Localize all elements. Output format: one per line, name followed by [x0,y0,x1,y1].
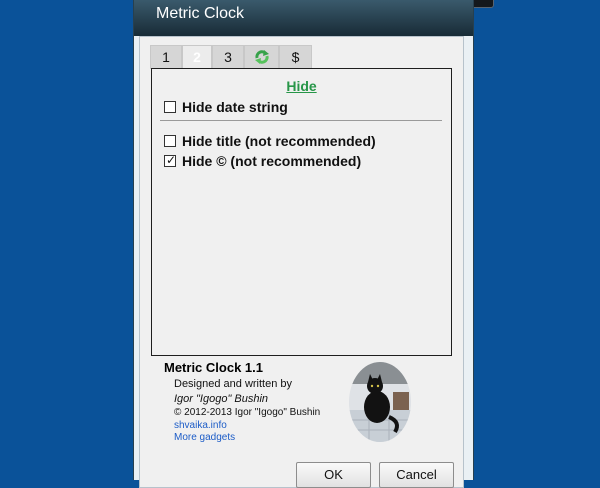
cancel-button[interactable]: Cancel [379,462,454,488]
checkbox[interactable] [164,135,176,147]
option-label: Hide © (not recommended) [182,153,362,169]
about-copyright: © 2012-2013 Igor "Igogo" Bushin [174,407,321,418]
option-label: Hide title (not recommended) [182,133,376,149]
checkbox[interactable]: ✓ [164,153,177,167]
tab-donate[interactable]: $ [279,45,312,69]
settings-panel: 1 2 3 $ Hide Hide date string Hide title… [139,36,464,488]
link-more-gadgets[interactable]: More gadgets [174,432,235,443]
about-title: Metric Clock 1.1 [164,360,263,375]
about-author: Igor "Igogo" Bushin [174,393,269,405]
settings-dialog: Metric Clock 1 2 3 $ Hide Hide date stri… [133,0,474,488]
checkmark-icon: ✓ [166,153,177,167]
refresh-icon [254,50,269,64]
divider [160,120,442,121]
tab-2[interactable]: 2 [182,45,212,69]
link-shvaika[interactable]: shvaika.info [174,420,227,431]
option-label: Hide date string [182,99,288,115]
tab-3[interactable]: 3 [212,45,244,69]
about-designed-by: Designed and written by [174,378,293,390]
hide-options-box: Hide Hide date string Hide title (not re… [151,68,452,356]
title-bar[interactable]: Metric Clock [134,0,473,36]
option-hide-copyright[interactable]: ✓ Hide © (not recommended) [164,152,361,170]
ok-button[interactable]: OK [296,462,371,488]
tab-1[interactable]: 1 [150,45,182,69]
section-title: Hide [286,78,317,94]
tab-refresh[interactable] [244,45,279,69]
author-cat-photo [349,362,411,442]
window-title: Metric Clock [156,5,245,22]
option-hide-date-string[interactable]: Hide date string [164,98,288,116]
option-hide-title[interactable]: Hide title (not recommended) [164,132,376,150]
checkbox[interactable] [164,101,176,113]
